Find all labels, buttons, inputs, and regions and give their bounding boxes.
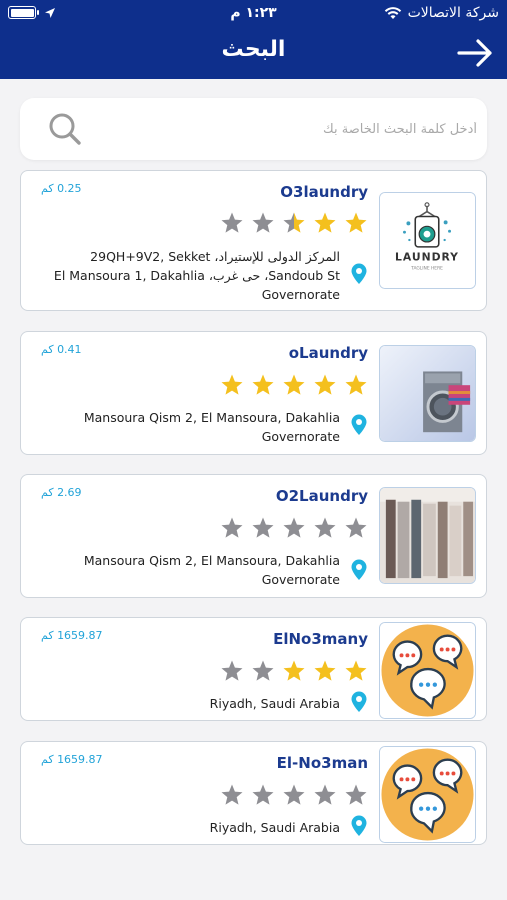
star-icon [221,374,243,395]
star-icon [283,517,305,538]
result-name: oLaundry [288,344,368,362]
result-name: O3laundry [280,183,368,201]
result-address: Riyadh, Saudi Arabia [209,696,340,711]
rating-stars [220,211,368,235]
location-pin-icon [351,559,367,580]
svg-text:LAUNDRY: LAUNDRY [395,251,459,264]
star-icon [283,374,305,395]
star-icon [314,374,336,395]
rating-stars [220,783,368,807]
result-card[interactable]: LAUNDRY TAGLINE HERE O3laundry 0.25 كم ا… [20,170,487,311]
result-distance: 1659.87 كم [41,629,103,642]
result-distance: 1659.87 كم [41,753,103,766]
chat-bubbles-icon [380,747,475,842]
location-pin-icon [351,691,367,712]
star-icon [345,784,367,805]
status-indicators [8,6,56,19]
star-icon [221,517,243,538]
search-icon[interactable] [48,112,82,146]
back-arrow-icon[interactable] [457,38,493,68]
result-distance: 2.69 كم [41,486,82,499]
svg-text:TAGLINE HERE: TAGLINE HERE [410,265,443,271]
result-card[interactable]: oLaundry 0.41 كم Mansoura Qism 2, El Man… [20,331,487,455]
star-icon [221,784,243,805]
result-card[interactable]: ElNo3many 1659.87 كم Riyadh, Saudi Arabi… [20,617,487,721]
result-image [379,622,476,719]
star-icon [314,517,336,538]
search-input[interactable] [90,114,477,144]
status-time: ١:٢٣ م [230,5,277,21]
star-icon [252,212,274,233]
result-address: Mansoura Qism 2, El Mansoura, Dakahlia G… [83,553,340,587]
rating-stars [220,516,368,540]
star-icon [314,784,336,805]
result-name: El-No3man [276,754,368,772]
result-address: Mansoura Qism 2, El Mansoura, Dakahlia G… [83,410,340,444]
star-icon [283,660,305,681]
result-distance: 0.25 كم [41,182,82,195]
star-icon [283,212,305,233]
battery-icon [8,6,39,19]
result-image [379,746,476,843]
search-bar [20,98,487,160]
chat-bubbles-icon [380,623,475,718]
location-pin-icon [351,263,367,284]
result-distance: 0.41 كم [41,343,82,356]
status-bar: شركة الاتصالات ١:٢٣ م [0,0,507,28]
star-icon [221,660,243,681]
star-icon [345,660,367,681]
star-icon [345,517,367,538]
star-icon [283,784,305,805]
star-icon [314,660,336,681]
washing-machine-photo [380,346,475,441]
result-name: O2Laundry [275,487,368,505]
star-icon [314,212,336,233]
result-name: ElNo3many [273,630,368,648]
star-icon [345,212,367,233]
app-header: البحث [0,28,507,79]
result-card[interactable]: O2Laundry 2.69 كم Mansoura Qism 2, El Ma… [20,474,487,598]
result-image [379,487,476,584]
star-icon [252,784,274,805]
rating-stars [220,659,368,683]
star-icon [345,374,367,395]
clothes-rack-photo [380,488,475,583]
result-image: LAUNDRY TAGLINE HERE [379,192,476,289]
rating-stars [220,373,368,397]
location-arrow-icon [45,7,55,18]
location-pin-icon [351,414,367,435]
result-card[interactable]: El-No3man 1659.87 كم Riyadh, Saudi Arabi… [20,741,487,845]
star-icon [252,660,274,681]
laundry-logo: LAUNDRY TAGLINE HERE [380,193,475,288]
star-icon [252,517,274,538]
result-address: Riyadh, Saudi Arabia [209,820,340,835]
page-title: البحث [221,37,286,62]
location-pin-icon [351,815,367,836]
star-icon [221,212,243,233]
star-icon [252,374,274,395]
result-address: المركز الدولى للإستيراد، 29QH+9V2, Sekke… [53,249,340,302]
result-image [379,345,476,442]
